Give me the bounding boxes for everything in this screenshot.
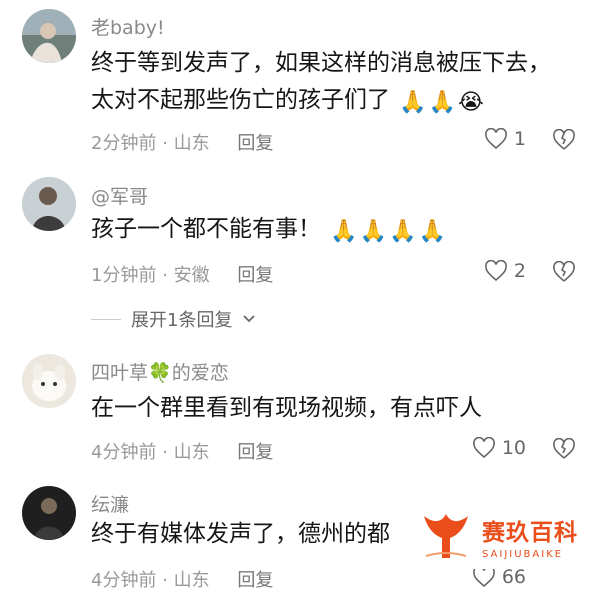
expand-replies-button[interactable]: 展开1条回复 — [91, 306, 256, 332]
like-count: 66 — [501, 566, 526, 588]
reply-button[interactable]: 回复 — [237, 133, 273, 154]
like-button[interactable]: 66 — [472, 566, 526, 588]
like-count: 10 — [501, 437, 526, 459]
comment-body: 孩子一个都不能有事！ — [91, 216, 321, 242]
comment-location: 山东 — [173, 133, 210, 154]
comment-time: 1分钟前 — [91, 265, 157, 286]
separator: · — [162, 442, 168, 463]
comment-text: 孩子一个都不能有事！ 🙏🙏🙏🙏 — [91, 211, 561, 248]
expand-label: 展开1条回复 — [131, 310, 233, 331]
separator: · — [162, 265, 168, 286]
heart-outline-icon — [484, 128, 507, 150]
watermark: 赛玖百科 SAIJIUBAIKE — [410, 503, 586, 569]
pray-emoji: 🙏 — [389, 219, 417, 244]
comment-text: 终于等到发声了，如果这样的消息被压下去，太对不起那些伤亡的孩子们了 🙏🙏😭 — [91, 45, 561, 119]
broken-heart-icon[interactable] — [552, 438, 576, 460]
watermark-en: SAIJIUBAIKE — [482, 548, 564, 560]
pray-emoji: 🙏 — [418, 219, 446, 244]
comment-body: 在一个群里看到有现场视频，有点吓人 — [91, 395, 482, 421]
avatar[interactable] — [22, 486, 76, 540]
comment-body: 终于有媒体发声了，德州的都 — [91, 521, 390, 547]
fish-tail-logo-icon — [416, 506, 476, 566]
reply-button[interactable]: 回复 — [237, 442, 273, 463]
reply-button[interactable]: 回复 — [237, 265, 273, 286]
comment-item: 老baby! 终于等到发声了，如果这样的消息被压下去，太对不起那些伤亡的孩子们了… — [0, 0, 600, 170]
comment-time: 4分钟前 — [91, 442, 157, 463]
like-button[interactable]: 10 — [472, 437, 526, 459]
username[interactable]: 四叶草🍀的爱恋 — [91, 358, 229, 385]
chevron-down-icon — [243, 315, 256, 323]
heart-outline-icon — [472, 566, 495, 588]
comment-meta: 4分钟前 · 山东 回复 — [91, 566, 273, 592]
broken-heart-icon[interactable] — [552, 261, 576, 283]
reply-button[interactable]: 回复 — [237, 570, 273, 591]
like-count: 1 — [513, 128, 526, 150]
username[interactable]: 老baby! — [91, 13, 165, 40]
pray-emoji: 🙏 — [428, 90, 457, 115]
comment-location: 安徽 — [173, 265, 210, 286]
comment-text: 在一个群里看到有现场视频，有点吓人 — [91, 390, 561, 427]
heart-outline-icon — [484, 260, 507, 282]
pray-emoji: 🙏 — [330, 219, 358, 244]
like-count: 2 — [513, 260, 526, 282]
comment-meta: 1分钟前 · 安徽 回复 — [91, 261, 273, 287]
heart-outline-icon — [472, 437, 495, 459]
crying-emoji: 😭 — [458, 90, 484, 115]
comment-item: @军哥 孩子一个都不能有事！ 🙏🙏🙏🙏 1分钟前 · 安徽 回复 2 展开1条回… — [0, 170, 600, 340]
broken-heart-icon[interactable] — [552, 129, 576, 151]
comment-time: 4分钟前 — [91, 570, 157, 591]
username[interactable]: @军哥 — [91, 182, 148, 209]
avatar[interactable] — [22, 177, 76, 231]
comment-item: 四叶草🍀的爱恋 在一个群里看到有现场视频，有点吓人 4分钟前 · 山东 回复 1… — [0, 340, 600, 480]
username[interactable]: 纭濂 — [91, 490, 129, 517]
pray-emoji: 🙏 — [399, 90, 427, 115]
avatar[interactable] — [22, 354, 76, 408]
comment-meta: 2分钟前 · 山东 回复 — [91, 129, 273, 155]
avatar[interactable] — [22, 9, 76, 63]
clover-icon: 🍀 — [148, 362, 172, 384]
like-button[interactable]: 2 — [484, 260, 526, 282]
comment-meta: 4分钟前 · 山东 回复 — [91, 438, 273, 464]
watermark-cn: 赛玖百科 — [482, 519, 578, 546]
comment-location: 山东 — [173, 442, 210, 463]
separator: · — [162, 133, 168, 154]
like-button[interactable]: 1 — [484, 128, 526, 150]
separator: · — [162, 570, 168, 591]
comment-time: 2分钟前 — [91, 133, 157, 154]
pray-emoji: 🙏 — [359, 219, 388, 244]
divider-line — [91, 318, 121, 320]
comment-location: 山东 — [173, 570, 210, 591]
